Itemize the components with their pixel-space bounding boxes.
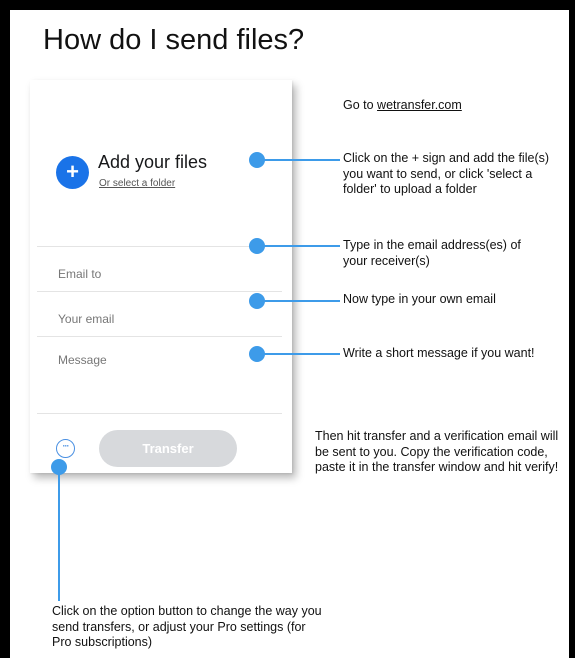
page-title: How do I send files? [43,24,305,56]
callout-line-add-files [260,159,340,161]
upload-panel: + Add your files Or select a folder Emai… [30,80,292,473]
message-placeholder: Message [58,353,107,367]
add-files-label[interactable]: Add your files [98,152,207,173]
email-to-field[interactable]: Email to [37,246,282,293]
note-add-files: Click on the + sign and add the file(s) … [343,151,550,196]
callout-line-options [58,466,60,601]
wetransfer-link[interactable]: wetransfer.com [377,98,462,112]
callout-line-email-to [260,245,340,247]
callout-line-your-email [260,300,340,302]
note-email-to: Type in the email address(es) of your re… [343,238,521,268]
note-your-email: Now type in your own email [343,292,496,306]
your-email-field[interactable]: Your email [37,291,282,338]
email-to-placeholder: Email to [58,267,102,281]
transfer-button[interactable]: Transfer [99,430,237,467]
note-goto: Go to wetransfer.com [343,98,563,114]
note-transfer: Then hit transfer and a verification ema… [315,429,559,474]
select-folder-link[interactable]: Or select a folder [99,178,175,189]
add-files-button[interactable]: + [56,156,89,189]
message-field[interactable]: Message [37,336,282,414]
options-button[interactable]: ··· [56,439,75,458]
note-message: Write a short message if you want! [343,346,535,360]
note-options: Click on the option button to change the… [52,604,322,649]
diagram-frame: How do I send files? + Add your files Or… [0,0,575,658]
callout-line-message [260,353,340,355]
your-email-placeholder: Your email [58,312,115,326]
note-goto-prefix: Go to [343,98,378,112]
